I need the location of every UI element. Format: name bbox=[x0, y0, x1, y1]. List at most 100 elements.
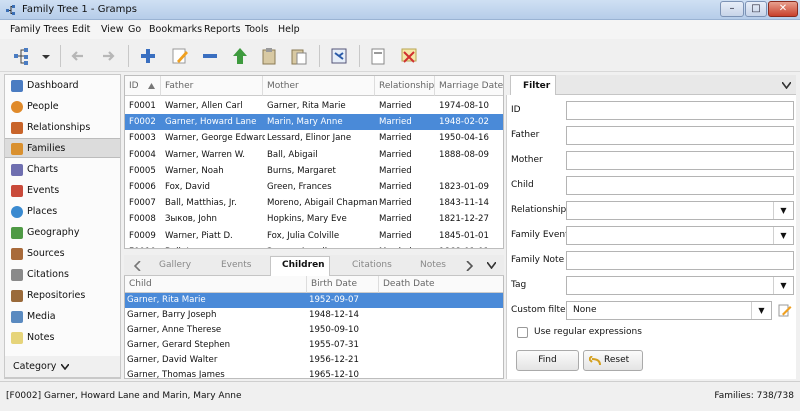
minimize-button[interactable]: – bbox=[720, 1, 744, 17]
filter-relationship-combo[interactable]: ▼ bbox=[566, 201, 794, 220]
sidebar-item-families[interactable]: Families bbox=[5, 138, 120, 158]
add-icon[interactable] bbox=[138, 46, 158, 66]
column-header-marriage-date[interactable]: Marriage Date bbox=[435, 76, 503, 96]
family-cell: Married bbox=[379, 182, 412, 192]
chevron-left-icon[interactable] bbox=[134, 261, 142, 271]
family-cell: Fox, Julia Colville bbox=[267, 230, 340, 241]
undo-arrow-icon bbox=[589, 356, 601, 366]
family-row[interactable]: F0007 Ball, Matthias, Jr. Moreno, Abigail … bbox=[125, 195, 503, 211]
sidebar-item-media[interactable]: Media bbox=[5, 307, 120, 327]
custom-filter-combo[interactable]: None ▼ bbox=[566, 301, 772, 320]
column-header-id[interactable]: ID bbox=[125, 76, 161, 96]
chevron-down-icon[interactable] bbox=[40, 46, 52, 66]
menu-bookmarks[interactable]: Bookmarks bbox=[149, 24, 202, 35]
menu-view[interactable]: View bbox=[101, 24, 124, 35]
tree-view-icon[interactable] bbox=[12, 46, 32, 66]
column-header-death-date[interactable]: Death Date bbox=[379, 276, 503, 293]
tab-children[interactable]: Children bbox=[282, 260, 325, 270]
sidebar-item-charts[interactable]: Charts bbox=[5, 160, 120, 180]
tab-notes[interactable]: Notes bbox=[420, 260, 446, 270]
tab-citations[interactable]: Citations bbox=[352, 260, 392, 270]
back-arrow-icon[interactable] bbox=[68, 46, 88, 66]
family-cell: Warner, George Edward bbox=[165, 133, 265, 144]
filter-id-input[interactable] bbox=[566, 101, 794, 120]
edit-icon[interactable] bbox=[170, 46, 190, 66]
sidebar-item-repositories[interactable]: Repositories bbox=[5, 286, 120, 306]
child-cell: 1955-07-31 bbox=[309, 340, 359, 350]
filter-child-input[interactable] bbox=[566, 176, 794, 195]
column-header-mother[interactable]: Mother bbox=[263, 76, 375, 96]
sidebar-item-notes[interactable]: Notes bbox=[5, 328, 120, 348]
chevron-down-icon[interactable] bbox=[487, 262, 496, 269]
filter-family-event-combo[interactable]: ▼ bbox=[566, 226, 794, 245]
tab-gallery[interactable]: Gallery bbox=[159, 260, 191, 270]
menu-go[interactable]: Go bbox=[128, 24, 141, 35]
maximize-button[interactable]: □ bbox=[745, 1, 767, 17]
family-row[interactable]: F0005 Warner, Noah Burns, Margaret Married bbox=[125, 163, 503, 179]
family-row[interactable]: F0002 Garner, Howard Lane Marin, Mary Anne… bbox=[125, 114, 503, 131]
filter-father-input[interactable] bbox=[566, 126, 794, 145]
sidebar-item-citations[interactable]: Citations bbox=[5, 265, 120, 285]
family-row[interactable]: F0006 Fox, David Green, Frances Married 1823… bbox=[125, 179, 503, 195]
tab-filter[interactable]: Filter bbox=[510, 75, 556, 95]
family-cell: 1843-11-14 bbox=[439, 198, 489, 209]
child-row[interactable]: Garner, Rita Marie 1952-09-07 bbox=[125, 293, 503, 308]
close-button[interactable]: ✕ bbox=[768, 1, 798, 17]
column-header-father[interactable]: Father bbox=[161, 76, 263, 96]
family-row[interactable]: F0009 Warner, Piatt D. Fox, Julia Colville… bbox=[125, 228, 503, 244]
find-button[interactable]: Find bbox=[516, 350, 579, 371]
paste-icon[interactable] bbox=[289, 46, 309, 66]
menu-reports[interactable]: Reports bbox=[204, 24, 240, 35]
family-row[interactable]: F0010Ball, JasperЗыков, AngelineMarried1… bbox=[125, 244, 503, 248]
column-header-relationship[interactable]: Relationship bbox=[375, 76, 435, 96]
sidebar-item-sources[interactable]: Sources bbox=[5, 244, 120, 264]
menu-help[interactable]: Help bbox=[278, 24, 300, 35]
child-row[interactable]: Garner, David Walter 1956-12-21 bbox=[125, 353, 503, 368]
family-row[interactable]: F0008 Зыков, John Hopkins, Mary Eve Married… bbox=[125, 211, 503, 227]
child-cell: 1965-12-10 bbox=[309, 370, 359, 379]
family-cell: Married bbox=[379, 247, 437, 248]
family-cell: Garner, Howard Lane bbox=[165, 117, 257, 128]
regex-checkbox[interactable] bbox=[517, 327, 528, 338]
category-selector[interactable]: Category bbox=[4, 356, 121, 378]
forward-arrow-icon[interactable] bbox=[98, 46, 118, 66]
sidebar-item-relationships[interactable]: Relationships bbox=[5, 118, 120, 138]
edit-filter-icon[interactable] bbox=[778, 303, 792, 317]
merge-icon[interactable] bbox=[329, 46, 349, 66]
column-header-child[interactable]: Child bbox=[125, 276, 307, 293]
filter-mother-input[interactable] bbox=[566, 151, 794, 170]
menu-family-trees[interactable]: Family Trees bbox=[10, 24, 68, 35]
sidebar-item-dashboard[interactable]: Dashboard bbox=[5, 76, 120, 96]
family-row[interactable]: F0001 Warner, Allen Carl Garner, Rita Mari… bbox=[125, 98, 503, 114]
report-icon[interactable] bbox=[368, 46, 388, 66]
remove-icon[interactable] bbox=[200, 46, 220, 66]
navigator-sidebar: Dashboard People Relationships Families … bbox=[4, 74, 121, 379]
sidebar-item-places[interactable]: Places bbox=[5, 202, 120, 222]
filter-family-note-input[interactable] bbox=[566, 251, 794, 270]
menu-edit[interactable]: Edit bbox=[72, 24, 90, 35]
chevron-down-icon[interactable] bbox=[782, 82, 791, 89]
family-row[interactable]: F0004 Warner, Warren W. Ball, Abigail Marri… bbox=[125, 147, 503, 163]
clipboard-icon[interactable] bbox=[259, 46, 279, 66]
sidebar-item-events[interactable]: Events bbox=[5, 181, 120, 201]
set-home-icon[interactable] bbox=[230, 46, 250, 66]
filter-tag-combo[interactable]: ▼ bbox=[566, 276, 794, 295]
repository-icon bbox=[11, 290, 23, 302]
family-cell: Married bbox=[379, 117, 412, 128]
scissors-icon[interactable] bbox=[399, 46, 419, 66]
chevron-right-icon[interactable] bbox=[465, 261, 473, 271]
tab-events[interactable]: Events bbox=[221, 260, 251, 270]
child-row[interactable]: Garner, Thomas James 1965-12-10 bbox=[125, 368, 503, 379]
column-header-birth-date[interactable]: Birth Date bbox=[307, 276, 379, 293]
place-icon bbox=[11, 206, 23, 218]
child-row[interactable]: Garner, Gerard Stephen 1955-07-31 bbox=[125, 338, 503, 353]
sidebar-item-people[interactable]: People bbox=[5, 97, 120, 117]
sidebar-item-geography[interactable]: Geography bbox=[5, 223, 120, 243]
child-cell: 1950-09-10 bbox=[309, 325, 359, 335]
child-row[interactable]: Garner, Anne Therese 1950-09-10 bbox=[125, 323, 503, 338]
child-row[interactable]: Garner, Barry Joseph 1948-12-14 bbox=[125, 308, 503, 323]
family-cell: F0009 bbox=[129, 230, 156, 241]
menu-tools[interactable]: Tools bbox=[245, 24, 268, 35]
family-row[interactable]: F0003 Warner, George Edward Lessard, Elino… bbox=[125, 130, 503, 146]
reset-button[interactable]: Reset bbox=[583, 350, 643, 371]
